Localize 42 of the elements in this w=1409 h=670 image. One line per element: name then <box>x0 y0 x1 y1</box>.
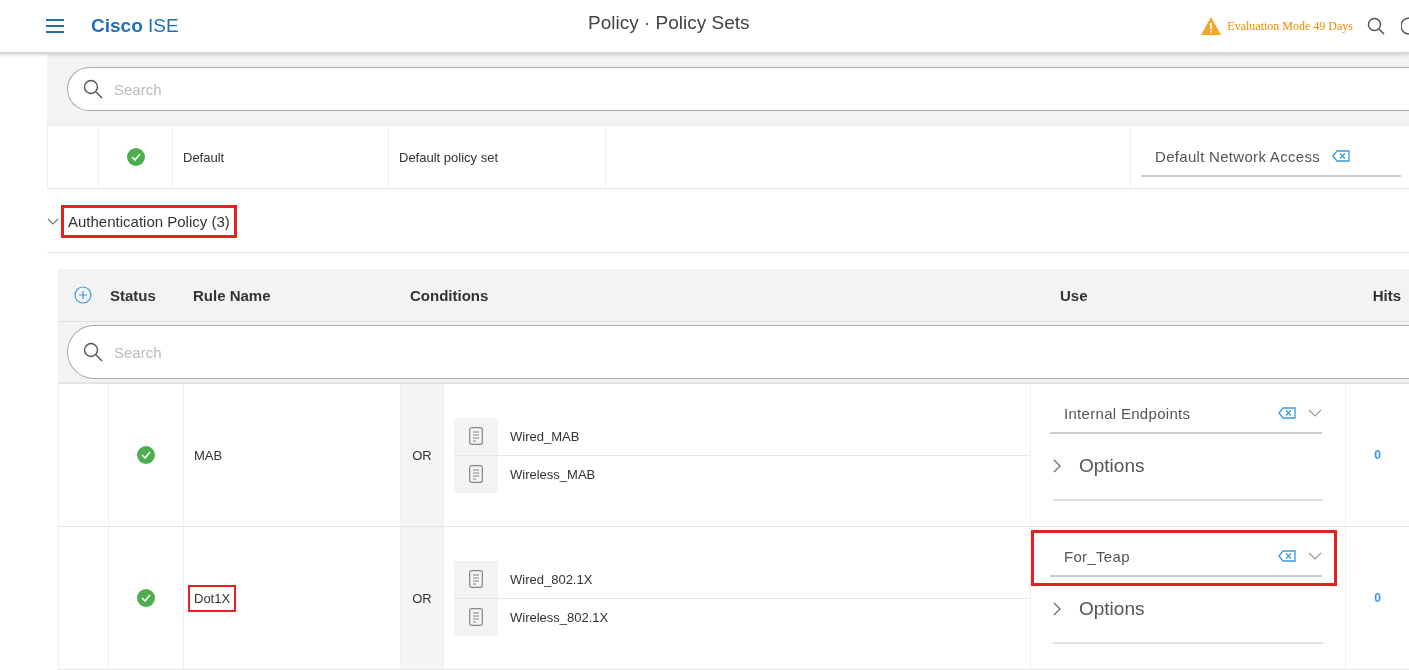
brand-name: Cisco <box>91 15 143 36</box>
document-icon <box>469 608 483 626</box>
column-header: Rule Name <box>193 286 271 304</box>
clear-icon[interactable] <box>1278 550 1296 562</box>
menu-icon[interactable] <box>46 19 64 33</box>
operator-label: OR <box>412 447 432 463</box>
identity-source-dropdown[interactable]: Internal Endpoints <box>1050 394 1322 434</box>
search-field[interactable]: Search <box>67 67 1409 111</box>
column-header: Hits <box>1372 286 1401 304</box>
product-name: ISE <box>148 15 179 36</box>
condition-name[interactable]: Wired_802.1X <box>510 571 593 587</box>
section-title[interactable]: Authentication Policy (3) <box>61 205 237 238</box>
options-expander[interactable]: Options <box>1053 451 1323 501</box>
operator-label: OR <box>412 590 432 606</box>
condition-name[interactable]: Wireless_MAB <box>510 466 596 482</box>
warning-icon <box>1201 17 1222 35</box>
options-expander[interactable]: Options <box>1053 594 1323 644</box>
add-icon[interactable] <box>74 286 92 304</box>
chevron-right-icon <box>1053 602 1061 616</box>
rule-name: Dot1X <box>188 584 237 612</box>
policy-set-description: Default policy set <box>399 149 498 165</box>
page-title: Policy · Policy Sets <box>588 12 750 34</box>
allowed-protocols-dropdown[interactable]: Default Network Access <box>1141 137 1401 177</box>
chevron-down-icon[interactable] <box>1308 552 1322 560</box>
document-icon <box>469 465 483 483</box>
column-header: Status <box>110 286 156 304</box>
column-header: Use <box>1060 286 1088 304</box>
chevron-right-icon <box>1053 459 1061 473</box>
condition-name[interactable]: Wireless_802.1X <box>510 609 609 625</box>
column-header: Conditions <box>410 286 489 304</box>
clear-icon[interactable] <box>1278 407 1296 419</box>
clear-icon[interactable] <box>1332 150 1350 162</box>
search-field[interactable]: Search <box>67 325 1409 379</box>
document-icon <box>469 427 483 445</box>
search-icon[interactable] <box>1367 17 1385 35</box>
document-icon <box>469 570 483 588</box>
rule-name: MAB <box>193 446 224 465</box>
chevron-down-icon[interactable] <box>1308 409 1322 417</box>
policy-set-name: Default <box>183 149 225 165</box>
condition-name[interactable]: Wired_MAB <box>510 428 580 444</box>
chevron-icon[interactable] <box>47 217 59 226</box>
help-icon[interactable] <box>1401 17 1409 35</box>
